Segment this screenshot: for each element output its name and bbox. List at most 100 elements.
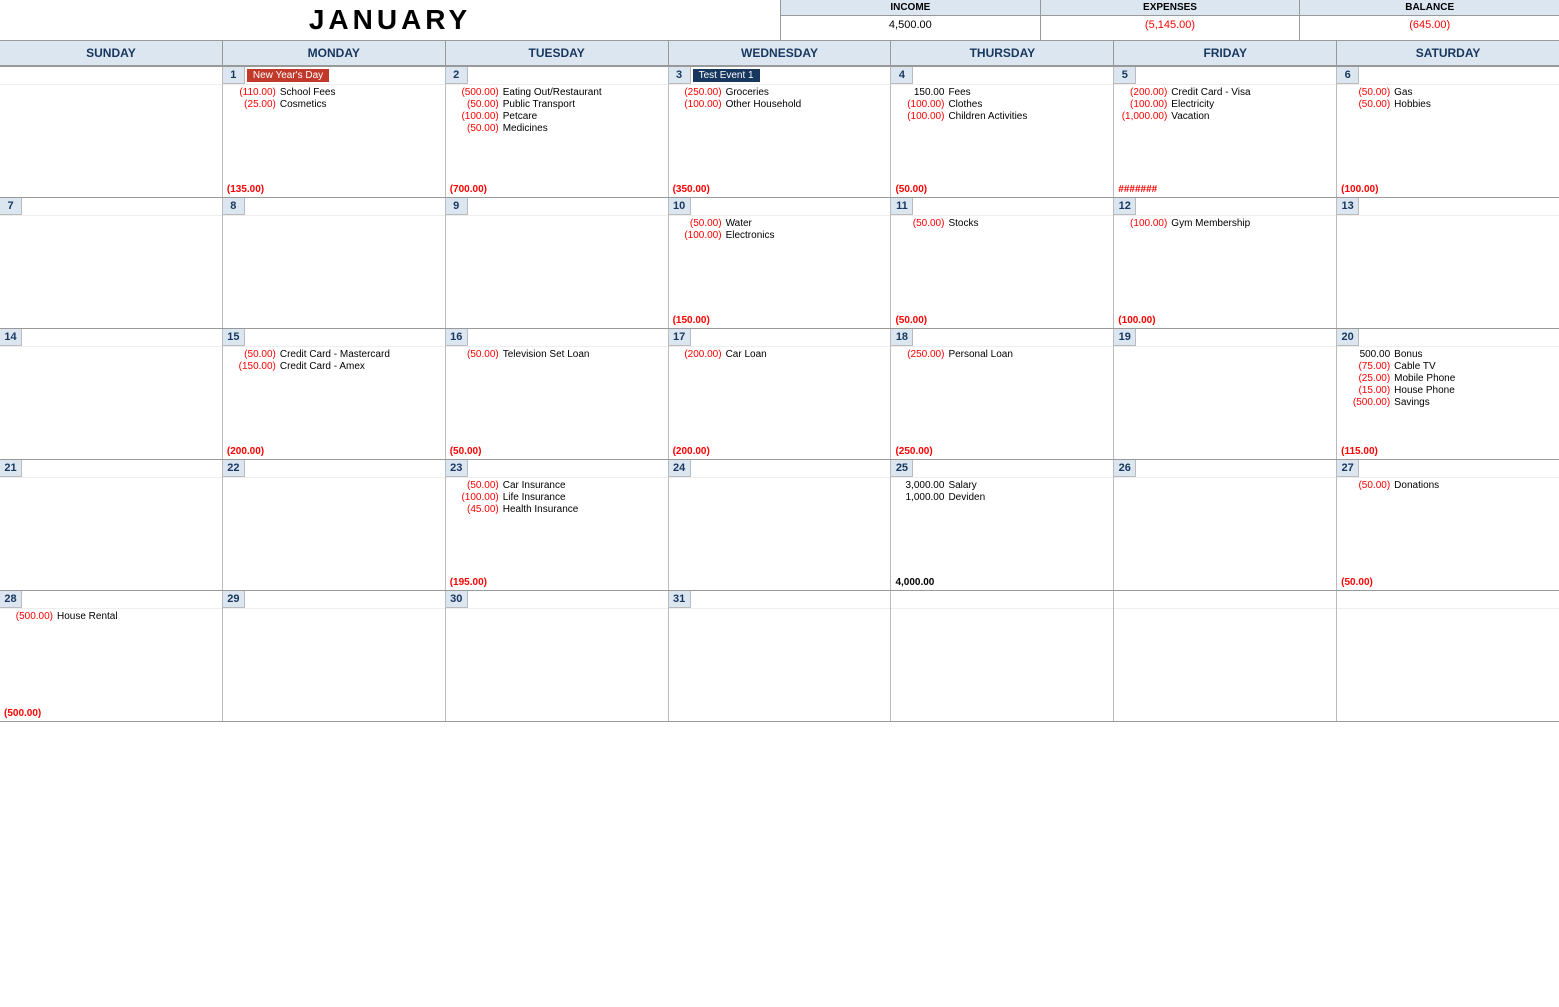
entry-amount: 3,000.00: [893, 480, 948, 491]
day-number: 12: [1114, 198, 1136, 215]
entry-amount: (50.00): [448, 349, 503, 360]
entry-row: (200.00)Car Loan: [671, 349, 889, 360]
day-header: [1337, 591, 1559, 609]
day-cell-w5-d5: [891, 591, 1114, 721]
day-cell-w4-d1: 21: [0, 460, 223, 590]
week-3: 14 15(50.00)Credit Card - Mastercard(150.…: [0, 329, 1559, 460]
day-entries: 3,000.00Salary1,000.00Deviden: [891, 478, 1113, 506]
entry-amount: (25.00): [225, 99, 280, 110]
day-entries: (50.00)Water(100.00)Electronics: [669, 216, 891, 244]
day-cell-w1-d5: 4150.00Fees(100.00)Clothes(100.00)Childr…: [891, 67, 1114, 197]
day-number: 5: [1114, 67, 1136, 84]
entry-row: (50.00)Water: [671, 218, 889, 229]
entry-label: Deviden: [948, 492, 985, 503]
dow-thursday: THURSDAY: [891, 41, 1114, 65]
entry-row: (50.00)Car Insurance: [448, 480, 666, 491]
day-number: 7: [0, 198, 22, 215]
day-entries: (110.00)School Fees(25.00)Cosmetics: [223, 85, 445, 113]
dow-wednesday: WEDNESDAY: [669, 41, 892, 65]
day-header: 29: [223, 591, 445, 609]
day-header: 6: [1337, 67, 1559, 85]
entry-row: (100.00)Gym Membership: [1116, 218, 1334, 229]
entry-row: (50.00)Gas: [1339, 87, 1557, 98]
entry-label: Cable TV: [1394, 361, 1436, 372]
entry-row: (100.00)Electronics: [671, 230, 889, 241]
expenses-cell: EXPENSES (5,145.00): [1040, 0, 1300, 40]
income-cell: INCOME 4,500.00: [780, 0, 1040, 40]
day-cell-w1-d2: 1New Year's Day(110.00)School Fees(25.00…: [223, 67, 446, 197]
dow-monday: MONDAY: [223, 41, 446, 65]
day-header: 27: [1337, 460, 1559, 478]
day-header: 16: [446, 329, 668, 347]
day-header: 2: [446, 67, 668, 85]
day-number: 27: [1337, 460, 1359, 477]
entry-row: (100.00)Electricity: [1116, 99, 1334, 110]
entry-row: (50.00)Medicines: [448, 123, 666, 134]
day-cell-w2-d4: 10(50.00)Water(100.00)Electronics(150.00…: [669, 198, 892, 328]
entry-label: Public Transport: [503, 99, 575, 110]
day-entries: 150.00Fees(100.00)Clothes(100.00)Childre…: [891, 85, 1113, 125]
day-cell-w1-d1: [0, 67, 223, 197]
entry-row: (100.00)Children Activities: [893, 111, 1111, 122]
day-entries: (500.00)Eating Out/Restaurant(50.00)Publ…: [446, 85, 668, 137]
day-number: 13: [1337, 198, 1359, 215]
day-header: 17: [669, 329, 891, 347]
entry-row: (500.00)Eating Out/Restaurant: [448, 87, 666, 98]
day-header: 12: [1114, 198, 1336, 216]
day-header: 9: [446, 198, 668, 216]
day-cell-w3-d4: 17(200.00)Car Loan(200.00): [669, 329, 892, 459]
day-number: 31: [669, 591, 691, 608]
entry-label: Water: [726, 218, 752, 229]
day-cell-w5-d2: 29: [223, 591, 446, 721]
entry-row: 500.00Bonus: [1339, 349, 1557, 360]
entry-amount: (100.00): [1116, 218, 1171, 229]
entry-label: Savings: [1394, 397, 1430, 408]
day-cell-w1-d4: 3Test Event 1(250.00)Groceries(100.00)Ot…: [669, 67, 892, 197]
entry-amount: (15.00): [1339, 385, 1394, 396]
day-number: 20: [1337, 329, 1359, 346]
day-number: 10: [669, 198, 691, 215]
month-title: JANUARY: [0, 4, 780, 36]
day-cell-w3-d2: 15(50.00)Credit Card - Mastercard(150.00…: [223, 329, 446, 459]
day-header: 25: [891, 460, 1113, 478]
income-label: INCOME: [781, 0, 1040, 16]
entry-row: 3,000.00Salary: [893, 480, 1111, 491]
day-cell-w3-d5: 18(250.00)Personal Loan(250.00): [891, 329, 1114, 459]
day-header: [1114, 591, 1336, 609]
entry-label: Fees: [948, 87, 970, 98]
day-header: 3Test Event 1: [669, 67, 891, 85]
day-entries: (50.00)Credit Card - Mastercard(150.00)C…: [223, 347, 445, 375]
balance-value: (645.00): [1300, 16, 1559, 34]
day-number: 21: [0, 460, 22, 477]
day-total: (150.00): [669, 315, 891, 326]
entry-amount: (200.00): [1116, 87, 1171, 98]
balance-label: BALANCE: [1300, 0, 1559, 16]
day-total: (50.00): [1337, 577, 1559, 588]
expenses-value: (5,145.00): [1041, 16, 1300, 34]
day-header: 7: [0, 198, 222, 216]
entry-amount: (50.00): [448, 99, 503, 110]
day-number: 23: [446, 460, 468, 477]
entry-label: Clothes: [948, 99, 982, 110]
entry-row: (100.00)Petcare: [448, 111, 666, 122]
day-entries: (250.00)Groceries(100.00)Other Household: [669, 85, 891, 113]
entry-row: (500.00)Savings: [1339, 397, 1557, 408]
entry-row: 1,000.00Deviden: [893, 492, 1111, 503]
calendar-header: SUNDAY MONDAY TUESDAY WEDNESDAY THURSDAY…: [0, 41, 1559, 67]
day-header: 30: [446, 591, 668, 609]
entry-row: (100.00)Other Household: [671, 99, 889, 110]
day-number: 11: [891, 198, 913, 215]
entry-amount: (100.00): [448, 492, 503, 503]
entry-label: Gas: [1394, 87, 1412, 98]
entry-label: Eating Out/Restaurant: [503, 87, 602, 98]
day-header: 14: [0, 329, 222, 347]
event-badge: Test Event 1: [693, 69, 760, 82]
day-entries: (50.00)Television Set Loan: [446, 347, 668, 363]
event-badge: New Year's Day: [247, 69, 329, 82]
day-cell-w2-d2: 8: [223, 198, 446, 328]
day-header: 5: [1114, 67, 1336, 85]
entry-label: Petcare: [503, 111, 537, 122]
day-number: 14: [0, 329, 22, 346]
week-4: 212223(50.00)Car Insurance(100.00)Life I…: [0, 460, 1559, 591]
day-entries: (50.00)Car Insurance(100.00)Life Insuran…: [446, 478, 668, 518]
